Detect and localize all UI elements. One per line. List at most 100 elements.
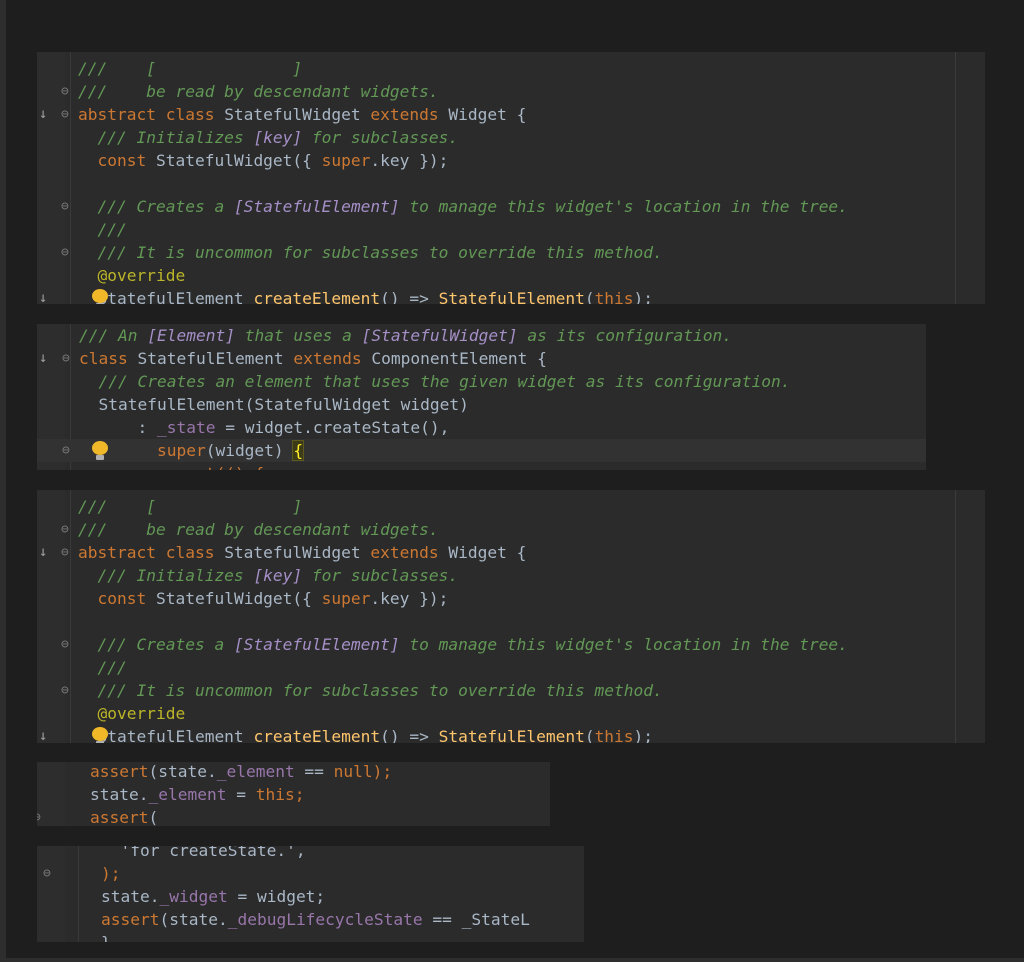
code-line[interactable]: /// [ ]: [37, 495, 985, 518]
code-text[interactable]: /// An [Element] that uses a [StatefulWi…: [79, 324, 732, 347]
code-line[interactable]: @override: [37, 264, 985, 287]
code-text[interactable]: /// Creates a [StatefulElement] to manag…: [78, 195, 847, 218]
fold-toggle-icon[interactable]: ⊖: [61, 518, 69, 541]
code-line[interactable]: /// [ ]: [37, 57, 985, 80]
code-snippet-4[interactable]: assert(state._element == null); state._el…: [37, 762, 550, 826]
code-snippet-3[interactable]: /// [ ] ⊖ /// be read by descendant widge…: [37, 490, 985, 743]
code-line[interactable]: : _state = widget.createState(),: [37, 416, 926, 439]
fold-toggle-icon[interactable]: ⊖: [62, 347, 70, 370]
code-line[interactable]: ⊖ /// It is uncommon for subclasses to o…: [37, 679, 985, 702]
code-line[interactable]: }: [37, 931, 584, 942]
code-line[interactable]: assert(state._debugLifecycleState == _St…: [37, 908, 584, 931]
override-marker-icon[interactable]: ↓: [39, 725, 47, 743]
code-line[interactable]: const StatefulWidget({ super.key });: [37, 149, 985, 172]
code-text[interactable]: /// Initializes [key] for subclasses.: [78, 564, 458, 587]
override-marker-icon[interactable]: ↓: [39, 103, 47, 126]
lightbulb-icon[interactable]: [92, 727, 108, 743]
code-line[interactable]: ⊖);: [37, 862, 584, 885]
code-line[interactable]: ⊖ /// Creates a [StatefulElement] to man…: [37, 195, 985, 218]
fold-toggle-icon[interactable]: ⊖: [61, 679, 69, 702]
code-text[interactable]: StatefulElement createElement() => State…: [78, 287, 653, 304]
code-text[interactable]: @override: [78, 264, 185, 287]
code-text[interactable]: /// be read by descendant widgets.: [78, 80, 439, 103]
code-text[interactable]: StatefulElement(StatefulWidget widget): [79, 393, 468, 416]
code-line[interactable]: [37, 172, 985, 195]
override-marker-icon[interactable]: ↓: [39, 287, 47, 304]
code-text[interactable]: assert(: [90, 806, 158, 826]
fold-toggle-icon[interactable]: ⊖: [61, 80, 69, 103]
code-line[interactable]: assert(state._element == null);: [37, 762, 550, 783]
fold-toggle-icon[interactable]: ⊖: [43, 862, 51, 885]
code-line[interactable]: StatefulElement(StatefulWidget widget): [37, 393, 926, 416]
code-line[interactable]: ↓ StatefulElement createElement() => Sta…: [37, 287, 985, 304]
code-line[interactable]: state._widget = widget;: [37, 885, 584, 908]
code-snippet-2[interactable]: /// An [Element] that uses a [StatefulWi…: [37, 324, 926, 470]
lightbulb-icon[interactable]: [92, 289, 108, 304]
code-line[interactable]: ⊖ /// be read by descendant widgets.: [37, 518, 985, 541]
code-text[interactable]: );: [101, 862, 121, 885]
code-text[interactable]: assert(state._debugLifecycleState == _St…: [101, 908, 530, 931]
code-line[interactable]: ↓ ⊖ abstract class StatefulWidget extends …: [37, 103, 985, 126]
code-text[interactable]: state._element = this;: [90, 783, 304, 806]
code-text[interactable]: /// It is uncommon for subclasses to ove…: [78, 241, 662, 264]
code-text[interactable]: assert(() {: [79, 462, 264, 470]
code-line[interactable]: /// An [Element] that uses a [StatefulWi…: [37, 324, 926, 347]
code-line[interactable]: ↓ ⊖ class StatefulElement extends Componen…: [37, 347, 926, 370]
code-text[interactable]: 'for createState.',: [101, 846, 305, 862]
code-text[interactable]: /// [ ]: [78, 495, 322, 518]
code-text[interactable]: class StatefulElement extends ComponentE…: [79, 347, 547, 370]
code-text[interactable]: state._widget = widget;: [101, 885, 325, 908]
code-line[interactable]: 'for createState.',: [37, 846, 584, 862]
code-line[interactable]: ↓ StatefulElement createElement() => Sta…: [37, 725, 985, 743]
code-text[interactable]: ///: [78, 656, 126, 679]
override-marker-icon[interactable]: ↓: [39, 541, 47, 564]
code-text[interactable]: /// Initializes [key] for subclasses.: [78, 126, 458, 149]
code-text[interactable]: StatefulElement createElement() => State…: [78, 725, 653, 743]
code-text[interactable]: /// Creates a [StatefulElement] to manag…: [78, 633, 847, 656]
code-line[interactable]: /// Creates an element that uses the giv…: [37, 370, 926, 393]
fold-toggle-icon[interactable]: ⊖: [62, 439, 70, 462]
code-text[interactable]: /// Creates an element that uses the giv…: [79, 370, 790, 393]
code-text[interactable]: const StatefulWidget({ super.key });: [78, 149, 449, 172]
code-text[interactable]: /// It is uncommon for subclasses to ove…: [78, 679, 662, 702]
code-text[interactable]: /// [ ]: [78, 57, 322, 80]
lightbulb-icon[interactable]: [92, 441, 108, 461]
code-line[interactable]: /// Initializes [key] for subclasses.: [37, 564, 985, 587]
code-text[interactable]: }: [101, 931, 111, 942]
code-text[interactable]: /// be read by descendant widgets.: [78, 518, 439, 541]
fold-toggle-icon[interactable]: ⊖: [61, 241, 69, 264]
code-token: );: [372, 762, 393, 781]
code-token: (: [584, 727, 595, 743]
code-snippet-1[interactable]: /// [ ] ⊖ /// be read by descendant widge…: [37, 52, 985, 304]
code-line[interactable]: ⊖ /// It is uncommon for subclasses to o…: [37, 241, 985, 264]
fold-toggle-icon[interactable]: ⊖: [61, 633, 69, 656]
code-line[interactable]: ///: [37, 656, 985, 679]
code-token: const: [97, 151, 156, 170]
code-text[interactable]: abstract class StatefulWidget extends Wi…: [78, 103, 526, 126]
code-line[interactable]: @override: [37, 702, 985, 725]
code-text[interactable]: abstract class StatefulWidget extends Wi…: [78, 541, 526, 564]
code-line[interactable]: assert(() {: [37, 462, 926, 470]
code-text[interactable]: const StatefulWidget({ super.key });: [78, 587, 449, 610]
code-text[interactable]: assert(state._element == null);: [90, 762, 392, 783]
code-line[interactable]: state._element = this;: [37, 783, 550, 806]
code-line[interactable]: ⊖ super(widget) {: [37, 439, 926, 462]
code-text[interactable]: @override: [78, 702, 185, 725]
fold-toggle-icon[interactable]: ⊖: [61, 103, 69, 126]
code-line[interactable]: [37, 610, 985, 633]
code-line[interactable]: ⊖ /// Creates a [StatefulElement] to man…: [37, 633, 985, 656]
code-line[interactable]: ↓ ⊖ abstract class StatefulWidget extends …: [37, 541, 985, 564]
code-text[interactable]: super(widget) {: [79, 439, 305, 462]
fold-toggle-icon[interactable]: ⊖: [61, 541, 69, 564]
code-line[interactable]: ⊖ /// be read by descendant widgets.: [37, 80, 985, 103]
code-line[interactable]: const StatefulWidget({ super.key });: [37, 587, 985, 610]
override-marker-icon[interactable]: ↓: [39, 347, 47, 370]
code-text[interactable]: : _state = widget.createState(),: [79, 416, 449, 439]
fold-toggle-icon[interactable]: ⊖: [61, 195, 69, 218]
code-snippet-5[interactable]: 'for createState.', ⊖); state._widget = wi…: [37, 846, 584, 942]
code-line[interactable]: ///: [37, 218, 985, 241]
code-text[interactable]: ///: [78, 218, 126, 241]
code-line[interactable]: /// Initializes [key] for subclasses.: [37, 126, 985, 149]
code-line[interactable]: ⊖ assert(: [37, 806, 550, 826]
fold-toggle-icon[interactable]: ⊖: [37, 806, 41, 826]
